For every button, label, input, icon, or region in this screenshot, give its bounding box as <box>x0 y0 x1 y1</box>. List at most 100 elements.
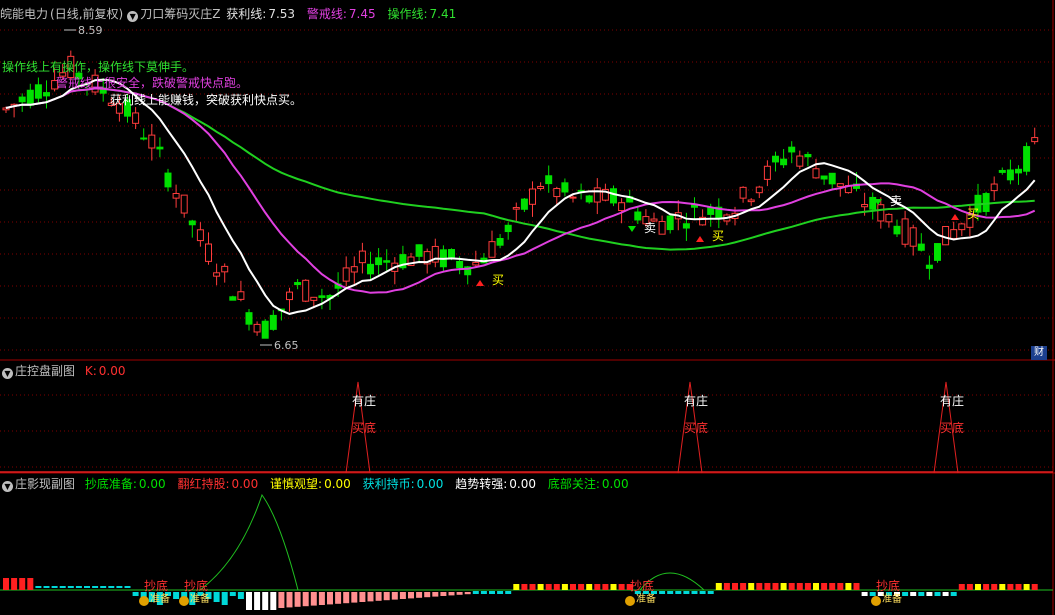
sub2-histogram-bar <box>351 592 358 603</box>
chevron-down-icon[interactable]: ▼ <box>2 368 13 379</box>
sub2-histogram-bar <box>221 592 228 605</box>
prep-label: 准备 <box>150 592 170 605</box>
sub2-histogram-bar <box>375 592 382 601</box>
sub2-histogram-bar <box>75 586 82 588</box>
candle-body <box>682 223 690 229</box>
sell-signal-label: 卖 <box>890 194 902 208</box>
candle-body <box>707 207 715 215</box>
candle-body <box>188 220 196 226</box>
sub2-histogram-bar <box>602 584 609 590</box>
sub2-histogram-bar <box>464 592 471 595</box>
sub2-histogram-bar <box>1031 584 1038 590</box>
sub2-histogram-bar <box>529 584 536 590</box>
money-bag-icon <box>139 596 149 606</box>
profit-line-value: 7.53 <box>268 7 296 21</box>
sub2-histogram-bar <box>829 583 836 590</box>
sub2-histogram-bar <box>966 584 973 590</box>
sub2-histogram-bar <box>440 592 447 596</box>
sub2-histogram-bar <box>683 591 690 594</box>
buy-bottom-label: 买底 <box>352 420 376 435</box>
candle-body <box>610 188 617 204</box>
candle-body <box>213 272 221 277</box>
candle-body <box>666 215 674 231</box>
candle-body <box>504 224 512 233</box>
profit-line <box>5 78 1036 315</box>
sub2-histogram-bar <box>213 592 220 602</box>
sub2-histogram-bar <box>246 592 252 610</box>
candle-body <box>545 175 553 185</box>
indicator-name[interactable]: 刀口筹码灭庄Z <box>140 7 220 21</box>
candle-body <box>221 265 229 273</box>
stock-name: 皖能电力 <box>0 7 49 21</box>
candle-body <box>269 314 277 330</box>
sub2-histogram-bar <box>294 592 301 607</box>
sub2-histogram-bar <box>845 583 852 590</box>
sub2-histogram-bar <box>813 583 819 590</box>
zhuang-label: 有庄 <box>940 393 964 408</box>
candle-body <box>302 279 310 302</box>
chevron-down-icon[interactable]: ▼ <box>127 11 139 22</box>
candle-body <box>893 225 901 235</box>
sub2-histogram-bar <box>327 592 333 605</box>
candle-body <box>310 296 318 301</box>
sub2-histogram-bar <box>910 592 917 596</box>
high-price-label: 8.59 <box>78 24 103 37</box>
buy-arrow-icon <box>951 214 959 220</box>
sub1-title[interactable]: 庄控盘副图 <box>15 364 75 378</box>
sub2-histogram-bar <box>472 591 479 594</box>
sub2-histogram-bar <box>19 578 26 590</box>
buy-arrow-icon <box>476 280 484 286</box>
sub2-histogram-bar <box>958 584 965 590</box>
sub2-histogram-bar <box>254 592 261 610</box>
candle-body <box>148 134 156 149</box>
sub2-histogram-bar <box>173 592 180 599</box>
candle-body <box>229 296 237 301</box>
sub2-histogram-bar <box>448 592 455 596</box>
candle-body <box>553 188 561 198</box>
sub2-histogram-bar <box>27 578 34 590</box>
candle-body <box>358 250 366 264</box>
candle-body <box>342 267 350 282</box>
sub2-histogram-bar <box>586 584 593 590</box>
sub2-histogram-bar <box>108 586 115 588</box>
sub2-histogram-bar <box>715 583 722 590</box>
sub2-histogram-bar <box>788 583 795 590</box>
chevron-down-icon[interactable]: ▼ <box>2 481 13 492</box>
sub2-histogram-bar <box>804 583 811 590</box>
sub2-histogram-bar <box>513 584 520 590</box>
sub2-histogram-bar <box>934 592 941 596</box>
candle-body <box>156 146 164 150</box>
sell-arrow-icon <box>628 226 636 232</box>
candle-body <box>788 146 796 153</box>
sub2-title[interactable]: 庄影现副图 <box>15 477 75 491</box>
sub2-histogram-bar <box>399 592 406 599</box>
candle-body <box>132 112 140 124</box>
buy-bottom-label: 买底 <box>684 420 708 435</box>
sub2-label-cautious: 谨慎观望: <box>270 477 323 491</box>
bottom-fish-label: 抄底 <box>876 578 900 593</box>
finance-button[interactable]: 财 <box>1031 346 1047 360</box>
candle-body <box>739 186 747 199</box>
candle-body <box>18 96 26 103</box>
candle-body <box>34 84 42 99</box>
sub2-histogram-bar <box>51 586 58 588</box>
profit-line-label: 获利线: <box>226 7 267 21</box>
candle-body <box>140 137 148 140</box>
sub2-histogram-bar <box>262 592 269 610</box>
candle-body <box>942 226 950 246</box>
sub2-hump <box>199 493 299 591</box>
sub2-histogram-bar <box>659 591 666 594</box>
prep-label: 准备 <box>636 592 656 605</box>
tip-op-line: 操作线上有操作，操作线下莫伸手。 <box>2 60 195 74</box>
candle-body <box>828 172 836 185</box>
candle-body <box>318 295 326 298</box>
sub2-histogram-bar <box>975 584 981 590</box>
sub2-histogram-bar <box>286 592 293 608</box>
sub2-label-turn-red: 翻红持股: <box>177 477 230 491</box>
sub2-histogram-bar <box>302 592 309 607</box>
sub2-histogram-bar <box>553 584 560 590</box>
sub2-histogram-bar <box>521 584 528 590</box>
candle-body <box>917 243 925 251</box>
sub2-histogram-bar <box>505 591 512 594</box>
sub2-value-bottom-prep: 0.00 <box>138 477 166 491</box>
